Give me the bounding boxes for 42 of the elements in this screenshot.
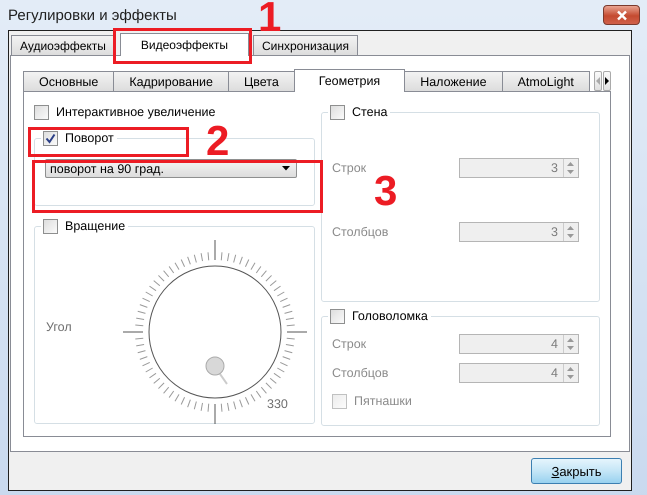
scroll-right-button[interactable] xyxy=(602,71,611,91)
number-field[interactable]: 4 xyxy=(459,363,579,383)
group-title: Поворот xyxy=(65,131,114,145)
close-dialog-button[interactable]: Закрыть xyxy=(531,458,622,484)
checkbox-label: Пятнашки xyxy=(354,394,412,408)
group-title: Головоломка xyxy=(352,309,428,323)
number-field[interactable]: 4 xyxy=(459,334,579,354)
annotation-number: 1 xyxy=(258,0,282,38)
checkbox-label: Интерактивное увеличение xyxy=(56,105,216,119)
group-title: Стена xyxy=(352,105,388,119)
field-label: Столбцов xyxy=(332,366,388,380)
tab[interactable]: Цвета xyxy=(228,71,295,91)
field-label: Столбцов xyxy=(332,225,388,239)
checkbox[interactable] xyxy=(43,130,58,146)
group-title: Вращение xyxy=(65,219,126,233)
tab[interactable]: Кадрирование xyxy=(113,71,229,91)
field-label: Строк xyxy=(332,161,366,175)
tab[interactable]: AtmoLight xyxy=(502,71,590,91)
tab[interactable]: Синхронизация xyxy=(253,35,358,55)
checkbox[interactable] xyxy=(43,218,58,234)
field-label: Строк xyxy=(332,337,366,351)
annotation-number: 3 xyxy=(374,170,398,212)
number-field[interactable]: 3 xyxy=(459,222,579,242)
checkbox[interactable] xyxy=(332,394,347,408)
left-triangle-icon xyxy=(594,76,601,86)
angle-label: Угол xyxy=(46,320,72,334)
tab[interactable]: Наложение xyxy=(404,71,503,91)
close-icon xyxy=(616,10,628,20)
dropdown-arrow-icon xyxy=(282,166,290,171)
tab[interactable]: Геометрия xyxy=(294,69,406,92)
angle-value: 330 xyxy=(267,397,288,411)
close-button[interactable] xyxy=(603,5,640,25)
annotation-number: 2 xyxy=(206,120,230,162)
tab[interactable]: Аудиоэффекты xyxy=(11,35,115,55)
right-triangle-icon xyxy=(604,76,610,86)
number-field[interactable]: 3 xyxy=(459,158,579,178)
checkbox[interactable] xyxy=(34,104,49,120)
tab[interactable]: Основные xyxy=(23,71,114,91)
tab[interactable]: Видеоэффекты xyxy=(120,33,250,56)
checkbox[interactable] xyxy=(330,308,345,324)
checkbox[interactable] xyxy=(330,104,345,120)
window-title: Регулировки и эффекты xyxy=(8,6,177,24)
